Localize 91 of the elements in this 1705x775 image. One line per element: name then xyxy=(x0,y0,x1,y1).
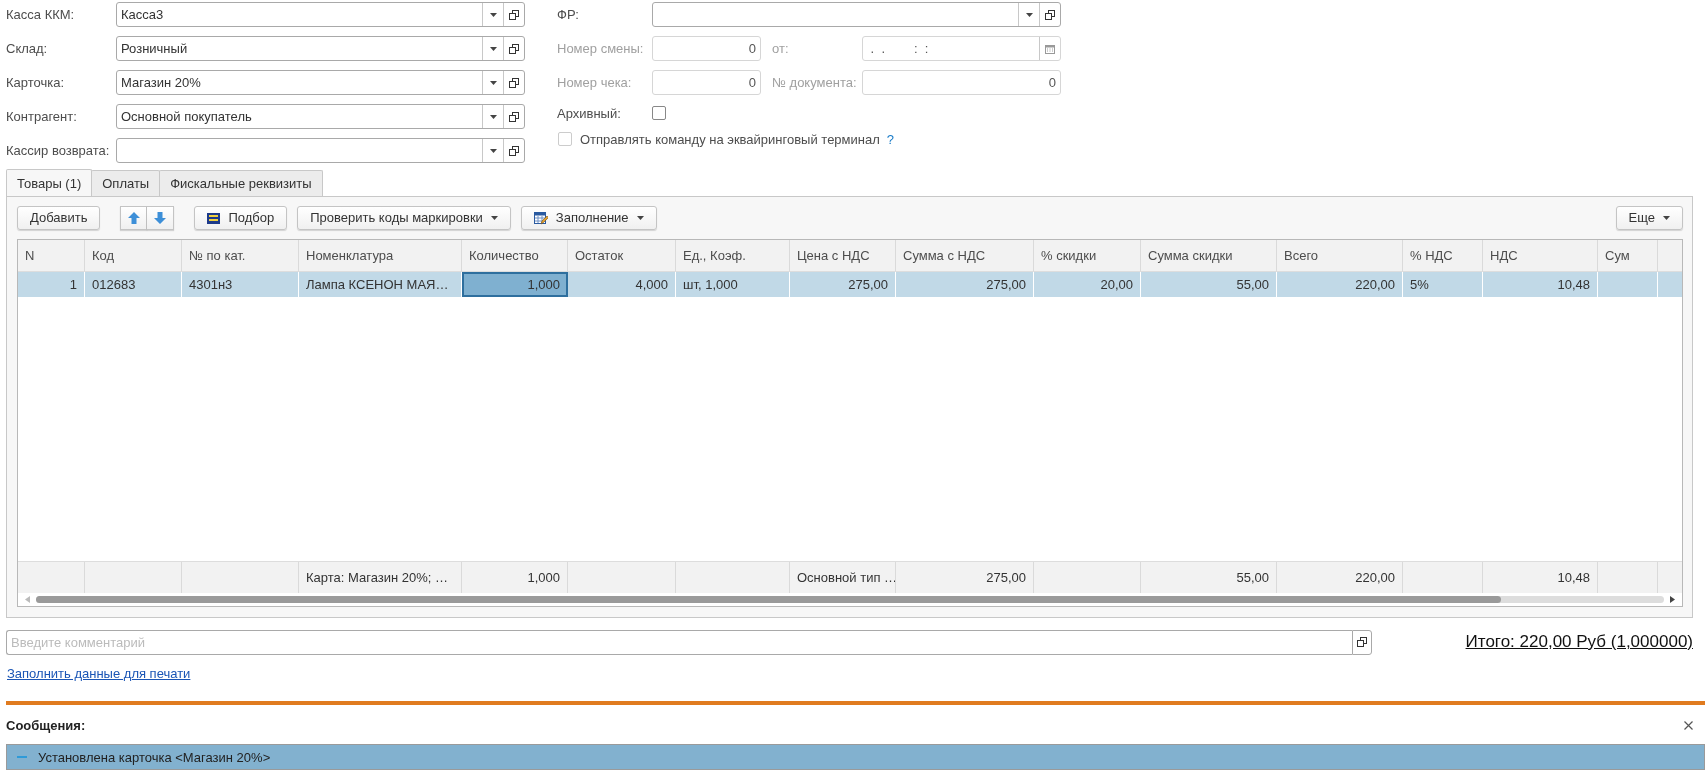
open-button[interactable] xyxy=(1352,629,1372,655)
fill-button[interactable]: Заполнение xyxy=(520,206,657,231)
table-cell: 5% xyxy=(1403,271,1483,297)
table-cell: 012683 xyxy=(85,271,182,297)
caret-icon xyxy=(489,148,497,153)
field-label: от: xyxy=(772,41,790,56)
table-cell: 275,00 xyxy=(896,271,1034,297)
dash-icon xyxy=(17,756,27,758)
open-window-icon xyxy=(509,77,519,88)
calendar-icon xyxy=(1045,43,1055,54)
field-label: № документа: xyxy=(772,75,858,90)
column-header[interactable]: НДС xyxy=(1483,239,1598,271)
open-window-icon xyxy=(509,9,519,20)
field-label: Карточка: xyxy=(6,75,66,90)
input-field[interactable]: Розничный xyxy=(116,36,525,61)
input-field[interactable] xyxy=(116,138,525,163)
column-header[interactable]: Сумма скидки xyxy=(1141,239,1277,271)
open-window-icon xyxy=(1357,637,1367,647)
caret-icon xyxy=(489,12,497,17)
column-header[interactable]: Номенклатура xyxy=(299,239,462,271)
print-data-link[interactable]: Заполнить данные для печати xyxy=(7,666,191,681)
message-row[interactable]: Установлена карточка <Магазин 20%> xyxy=(6,744,1705,770)
caret-icon xyxy=(490,216,498,221)
down-arrow-icon xyxy=(154,212,167,225)
calculator-icon xyxy=(207,212,221,224)
comment-field[interactable]: Введите комментарий xyxy=(6,629,1352,655)
more-button[interactable]: Еще xyxy=(1615,206,1683,231)
open-window-icon xyxy=(1045,9,1055,20)
field-label: ФР: xyxy=(557,7,580,22)
caret-icon xyxy=(489,114,497,119)
field-label: Склад: xyxy=(6,41,49,56)
column-header[interactable]: Цена с НДС xyxy=(790,239,896,271)
tab[interactable]: Оплаты xyxy=(91,170,161,196)
field-label: Номер смены: xyxy=(557,41,645,56)
table-cell: 10,48 xyxy=(1483,271,1598,297)
message-text: Установлена карточка <Магазин 20%> xyxy=(38,749,271,765)
tab[interactable]: Фискальные реквизиты xyxy=(159,170,323,196)
table-pencil-icon xyxy=(533,211,548,225)
column-header[interactable]: Всего xyxy=(1277,239,1403,271)
input-field[interactable] xyxy=(652,2,1061,27)
scroll-right-icon xyxy=(1670,596,1675,603)
scroll-left-icon xyxy=(25,596,30,603)
column-header[interactable]: % НДС xyxy=(1403,239,1483,271)
move-down-button[interactable] xyxy=(147,206,175,231)
table-cell: 20,00 xyxy=(1034,271,1141,297)
table-cell: 275,00 xyxy=(790,271,896,297)
move-up-button[interactable] xyxy=(120,206,148,231)
input-field[interactable]: Основной покупатель xyxy=(116,104,525,129)
caret-icon xyxy=(1663,216,1670,221)
tab[interactable]: Товары (1) xyxy=(6,169,93,196)
column-header[interactable]: Остаток xyxy=(568,239,676,271)
up-arrow-icon xyxy=(127,212,140,225)
column-header[interactable]: Сум xyxy=(1598,239,1658,271)
column-header[interactable]: Сумма с НДС xyxy=(896,239,1034,271)
table-cell: 220,00 xyxy=(1277,271,1403,297)
field-label: Контрагент: xyxy=(6,109,78,124)
column-header[interactable]: Код xyxy=(85,239,182,271)
field-label: Номер чека: xyxy=(557,75,633,90)
column-header[interactable]: % скидки xyxy=(1034,239,1141,271)
messages-title: Сообщения: xyxy=(6,717,86,733)
table-cell: 4,000 xyxy=(568,271,676,297)
column-header[interactable]: N xyxy=(18,239,85,271)
caret-icon xyxy=(636,216,644,221)
column-header[interactable]: № по кат. xyxy=(182,239,299,271)
table-cell: 55,00 xyxy=(1141,271,1277,297)
column-header[interactable]: Количество xyxy=(462,239,568,271)
close-icon xyxy=(1684,720,1693,730)
table-cell: 1 xyxy=(18,271,85,297)
table-cell: 1,000 xyxy=(462,271,568,297)
check-codes-button[interactable]: Проверить коды маркировки xyxy=(297,206,511,231)
column-header[interactable]: Ед., Коэф. xyxy=(676,239,790,271)
input-field[interactable]: Касса3 xyxy=(116,2,525,27)
scrollbar-thumb[interactable] xyxy=(36,596,1502,603)
caret-icon xyxy=(489,80,497,85)
checkbox[interactable] xyxy=(652,106,666,120)
table-cell: шт, 1,000 xyxy=(676,271,790,297)
field-label: Кассир возврата: xyxy=(6,143,111,158)
checkbox-label: Отправлять команду на эквайринговый терминал xyxy=(580,131,880,147)
caret-icon xyxy=(489,46,497,51)
open-window-icon xyxy=(509,145,519,156)
input-field[interactable]: Магазин 20% xyxy=(116,70,525,95)
pick-button[interactable]: Подбор xyxy=(194,206,288,231)
field-label: Архивный: xyxy=(557,105,622,121)
add-button[interactable]: Добавить xyxy=(17,206,101,231)
table-row[interactable]: 1 012683 4301н3 Лампа КСЕНОН МАЯ… 1,000 4,000 шт, 1,000 275,00 275,00 20,00 55,00 220,00 5% 10,48 xyxy=(18,271,1682,297)
field-label: Касса ККМ: xyxy=(6,7,76,22)
open-window-icon xyxy=(509,111,519,122)
table-cell: 4301н3 xyxy=(182,271,299,297)
caret-icon xyxy=(1025,12,1033,17)
open-window-icon xyxy=(509,43,519,54)
total-link[interactable]: Итого: 220,00 Руб (1,000000) xyxy=(1465,632,1693,652)
